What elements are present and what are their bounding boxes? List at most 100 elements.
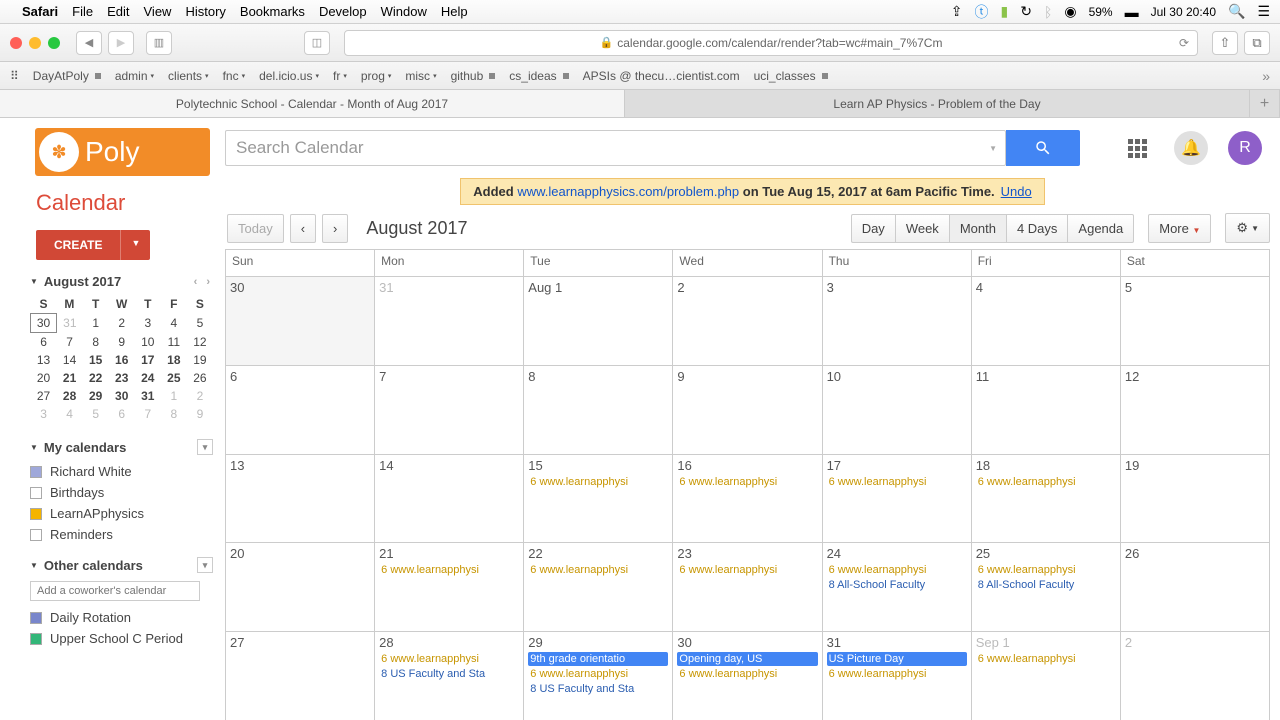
close-button[interactable] xyxy=(10,37,22,49)
search-dropdown-icon[interactable]: ▼ xyxy=(989,144,997,153)
day-cell[interactable]: Sep 16 www.learnapphysi xyxy=(972,632,1121,720)
event[interactable]: 6 www.learnapphysi xyxy=(379,563,519,577)
view-4days[interactable]: 4 Days xyxy=(1006,214,1067,243)
other-calendars-menu[interactable]: ▾ xyxy=(197,557,213,573)
fav-github[interactable]: github xyxy=(451,69,496,83)
event[interactable]: 6 www.learnapphysi xyxy=(677,563,817,577)
day-cell[interactable]: 226 www.learnapphysi xyxy=(524,543,673,631)
my-calendars-menu[interactable]: ▾ xyxy=(197,439,213,455)
create-button[interactable]: CREATE ▼ xyxy=(36,230,225,260)
datetime[interactable]: Jul 30 20:40 xyxy=(1151,5,1216,19)
event[interactable]: 6 www.learnapphysi xyxy=(827,475,967,489)
day-cell[interactable]: 30Opening day, US6 www.learnapphysi xyxy=(673,632,822,720)
event[interactable]: 6 www.learnapphysi xyxy=(528,475,668,489)
day-cell[interactable]: 30 xyxy=(226,277,375,365)
fav-clients[interactable]: clients▾ xyxy=(168,69,209,83)
fav-dayatpoly[interactable]: DayAtPoly xyxy=(33,69,101,83)
battery-icon[interactable]: ▬ xyxy=(1125,4,1139,20)
day-cell[interactable]: 31US Picture Day6 www.learnapphysi xyxy=(823,632,972,720)
event[interactable]: 6 www.learnapphysi xyxy=(677,475,817,489)
day-cell[interactable]: 13 xyxy=(226,455,375,543)
view-month[interactable]: Month xyxy=(949,214,1006,243)
today-button[interactable]: Today xyxy=(227,214,284,243)
collapse-icon[interactable]: ▼ xyxy=(30,561,38,570)
calendar-item[interactable]: LearnAPphysics xyxy=(30,503,213,524)
event[interactable]: Opening day, US xyxy=(677,652,817,666)
sidebar-button[interactable]: ▥ xyxy=(146,31,172,55)
menu-edit[interactable]: Edit xyxy=(107,4,129,19)
day-cell[interactable]: 246 www.learnapphysi8 All-School Faculty xyxy=(823,543,972,631)
day-cell[interactable]: 2 xyxy=(673,277,822,365)
add-coworker-input[interactable] xyxy=(30,581,200,601)
calendar-item[interactable]: Daily Rotation xyxy=(30,607,213,628)
tab-poly[interactable]: Polytechnic School - Calendar - Month of… xyxy=(0,90,625,117)
day-cell[interactable]: 256 www.learnapphysi8 All-School Faculty xyxy=(972,543,1121,631)
search-button[interactable] xyxy=(1006,130,1080,166)
menu-window[interactable]: Window xyxy=(381,4,427,19)
day-cell[interactable]: 156 www.learnapphysi xyxy=(524,455,673,543)
event[interactable]: 6 www.learnapphysi xyxy=(827,667,967,681)
fav-fnc[interactable]: fnc▾ xyxy=(223,69,246,83)
day-cell[interactable]: 236 www.learnapphysi xyxy=(673,543,822,631)
grid-icon[interactable]: ⠿ xyxy=(10,69,19,83)
view-day[interactable]: Day xyxy=(851,214,895,243)
day-cell[interactable]: 26 xyxy=(1121,543,1270,631)
event[interactable]: 6 www.learnapphysi xyxy=(379,652,519,666)
day-cell[interactable]: 27 xyxy=(226,632,375,720)
new-tab-button[interactable]: + xyxy=(1250,90,1280,117)
calendar-item[interactable]: Upper School C Period xyxy=(30,628,213,649)
avatar[interactable]: R xyxy=(1228,131,1262,165)
view-week[interactable]: Week xyxy=(895,214,949,243)
settings-button[interactable]: ⚙▼ xyxy=(1225,213,1270,243)
day-cell[interactable]: 166 www.learnapphysi xyxy=(673,455,822,543)
calendar-item[interactable]: Birthdays xyxy=(30,482,213,503)
battery-app-icon[interactable]: ▮ xyxy=(1001,3,1009,20)
battery-pct[interactable]: 59% xyxy=(1089,5,1113,19)
forward-button[interactable]: ▶ xyxy=(108,31,134,55)
favbar-overflow[interactable]: » xyxy=(1262,68,1270,84)
day-cell[interactable]: Aug 1 xyxy=(524,277,673,365)
notifications-icon[interactable]: 🔔 xyxy=(1174,131,1208,165)
back-button[interactable]: ◀ xyxy=(76,31,102,55)
day-cell[interactable]: 7 xyxy=(375,366,524,454)
event[interactable]: 6 www.learnapphysi xyxy=(528,667,668,681)
fav-delicious[interactable]: del.icio.us▾ xyxy=(259,69,319,83)
event[interactable]: 6 www.learnapphysi xyxy=(976,475,1116,489)
minimize-button[interactable] xyxy=(29,37,41,49)
collapse-icon[interactable]: ▼ xyxy=(30,443,38,452)
day-cell[interactable]: 8 xyxy=(524,366,673,454)
day-cell[interactable]: 3 xyxy=(823,277,972,365)
event[interactable]: 8 All-School Faculty xyxy=(827,578,967,592)
apps-icon[interactable] xyxy=(1120,131,1154,165)
fav-admin[interactable]: admin▾ xyxy=(115,69,154,83)
view-agenda[interactable]: Agenda xyxy=(1067,214,1134,243)
spotlight-icon[interactable]: 🔍 xyxy=(1228,3,1245,20)
bluetooth-icon[interactable]: ᛒ xyxy=(1044,4,1052,20)
event[interactable]: 6 www.learnapphysi xyxy=(677,667,817,681)
day-cell[interactable]: 4 xyxy=(972,277,1121,365)
day-cell[interactable]: 299th grade orientatio6 www.learnapphysi… xyxy=(524,632,673,720)
menu-help[interactable]: Help xyxy=(441,4,468,19)
event[interactable]: 6 www.learnapphysi xyxy=(827,563,967,577)
next-button[interactable]: › xyxy=(322,214,348,243)
undo-link[interactable]: Undo xyxy=(1001,184,1032,199)
notif-link[interactable]: www.learnapphysics.com/problem.php xyxy=(517,184,739,199)
app-name[interactable]: Safari xyxy=(22,4,58,19)
event[interactable]: 6 www.learnapphysi xyxy=(976,563,1116,577)
create-dropdown[interactable]: ▼ xyxy=(120,230,150,260)
event[interactable]: 8 All-School Faculty xyxy=(976,578,1116,592)
day-cell[interactable]: 6 xyxy=(226,366,375,454)
poly-logo[interactable]: ✽Poly xyxy=(35,128,210,176)
mini-calendar-grid[interactable]: SMTWTFS303112345678910111213141516171819… xyxy=(30,295,213,423)
day-cell[interactable]: 10 xyxy=(823,366,972,454)
fav-csideas[interactable]: cs_ideas xyxy=(509,69,568,83)
address-bar[interactable]: 🔒 calendar.google.com/calendar/render?ta… xyxy=(344,30,1198,56)
reload-icon[interactable]: ⟳ xyxy=(1179,36,1189,50)
menu-file[interactable]: File xyxy=(72,4,93,19)
teamviewer-icon[interactable]: ⓣ xyxy=(975,2,989,22)
day-cell[interactable]: 2 xyxy=(1121,632,1270,720)
day-cell[interactable]: 286 www.learnapphysi8 US Faculty and Sta xyxy=(375,632,524,720)
timemachine-icon[interactable]: ↻ xyxy=(1020,3,1032,20)
tab-learnap[interactable]: Learn AP Physics - Problem of the Day xyxy=(625,90,1250,117)
menu-bookmarks[interactable]: Bookmarks xyxy=(240,4,305,19)
